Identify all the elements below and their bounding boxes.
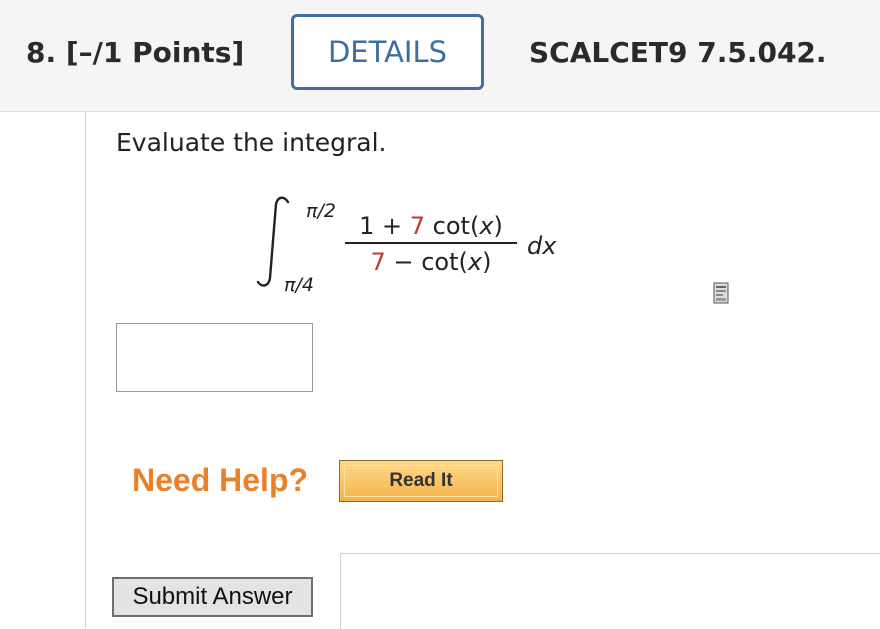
question-header: 8. [–/1 Points] DETAILS SCALCET9 7.5.042… [0,0,880,112]
document-icon[interactable] [713,282,729,304]
need-help-label: Need Help? [132,462,309,498]
feedback-panel [340,553,880,629]
fraction-denominator: 7 − cot(x) [370,248,492,276]
content-left-border [85,112,86,628]
differential: dx [527,232,557,260]
read-it-label: Read It [389,470,453,491]
fraction-bar [345,242,517,244]
submit-answer-button[interactable]: Submit Answer [112,577,313,617]
question-number: 8. [–/1 Points] [26,36,245,69]
fraction-numerator: 1 + 7 cot(x) [359,212,503,240]
question-prompt: Evaluate the integral. [116,128,387,157]
problem-code: SCALCET9 7.5.042. [529,36,827,69]
lower-limit: π/4 [284,274,314,296]
details-button[interactable]: DETAILS [291,14,484,90]
upper-limit: π/2 [306,200,336,222]
integrand-fraction: 1 + 7 cot(x) 7 − cot(x) [345,212,517,276]
answer-input[interactable] [116,323,313,392]
read-it-button[interactable]: Read It [339,460,503,502]
numerator-coefficient: 7 [409,212,426,240]
denominator-coefficient: 7 [370,248,386,276]
